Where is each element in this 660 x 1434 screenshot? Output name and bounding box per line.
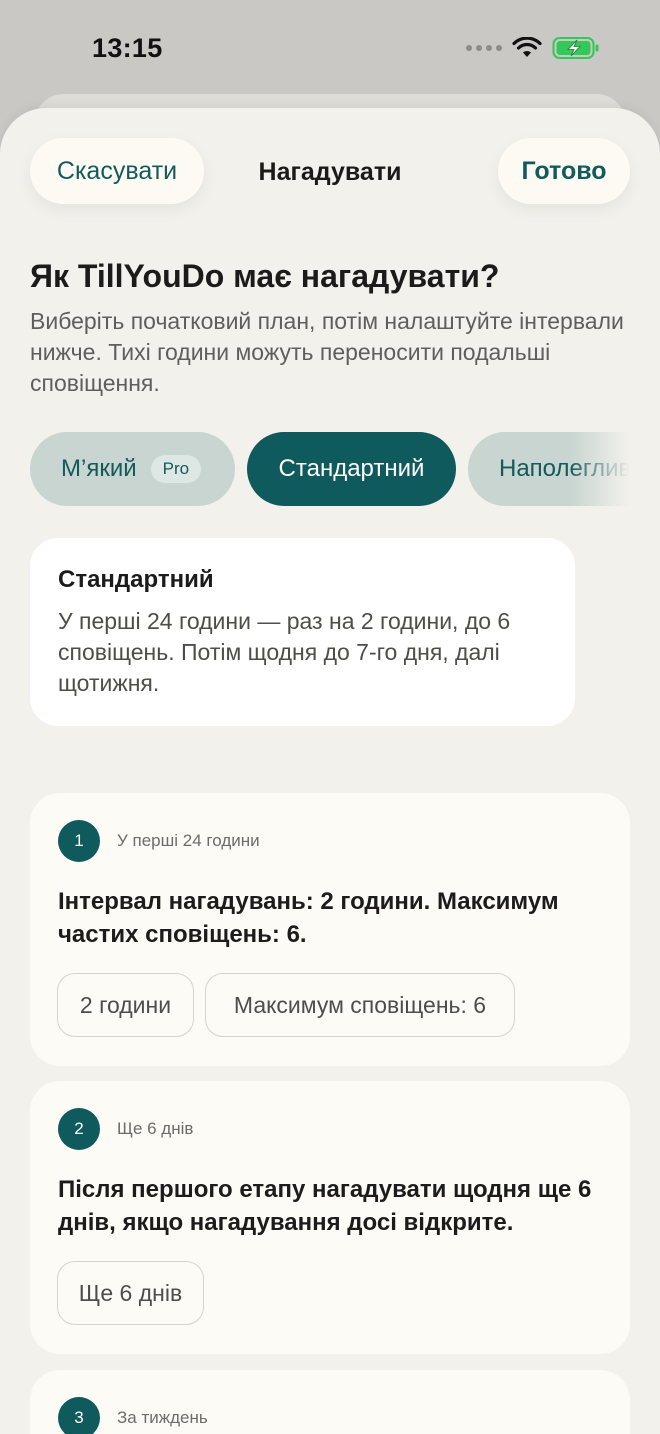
max-notifications-chip[interactable]: Максимум сповіщень: 6 (205, 973, 515, 1037)
status-icons (466, 36, 600, 60)
interval-chip[interactable]: 2 години (57, 973, 194, 1037)
wifi-icon (512, 37, 542, 57)
step-label: За тиждень (117, 1408, 208, 1427)
status-bar: 13:15 (0, 0, 660, 100)
step-number-badge: 1 (58, 820, 100, 862)
reminder-sheet: Скасувати Нагадувати Готово Як TillYouDo… (0, 108, 660, 1434)
duration-chip[interactable]: Ще 6 днів (57, 1261, 204, 1325)
plan-summary-card: Стандартний У перші 24 години — раз на 2… (30, 538, 575, 726)
step-description: Інтервал нагадувань: 2 години. Максимум … (58, 888, 559, 948)
step-card: 3 За тиждень (30, 1370, 630, 1434)
done-button[interactable]: Готово (498, 138, 630, 204)
preset-selector: М’який Pro Стандартний Наполегливий (30, 432, 630, 506)
pro-badge: Pro (150, 455, 202, 483)
step-label: У перші 24 години (117, 831, 260, 850)
step-description: Після першого етапу нагадувати щодня ще … (58, 1176, 592, 1236)
preset-standard[interactable]: Стандартний (247, 432, 456, 506)
preset-label: Стандартний (278, 455, 425, 482)
status-time: 13:15 (92, 33, 163, 63)
step-number-badge: 3 (58, 1397, 100, 1434)
preset-gentle[interactable]: М’який Pro (30, 432, 235, 506)
preset-label: М’який (61, 455, 137, 482)
step-card: 2 Ще 6 днів Після першого етапу нагадува… (30, 1081, 630, 1354)
cellular-signal-icon (466, 45, 502, 51)
page-subtitle: Виберіть початковий план, потім налаштуй… (30, 308, 624, 396)
summary-text: У перші 24 години — раз на 2 години, до … (58, 608, 511, 696)
step-number-badge: 2 (58, 1108, 100, 1150)
step-label: Ще 6 днів (117, 1119, 194, 1138)
scroll-fade (570, 432, 630, 506)
step-card: 1 У перші 24 години Інтервал нагадувань:… (30, 793, 630, 1066)
sheet-header: Скасувати Нагадувати Готово (0, 108, 660, 238)
summary-title: Стандартний (58, 566, 214, 593)
battery-charging-icon (552, 37, 599, 59)
page-title: Як TillYouDo має нагадувати? (30, 258, 500, 294)
